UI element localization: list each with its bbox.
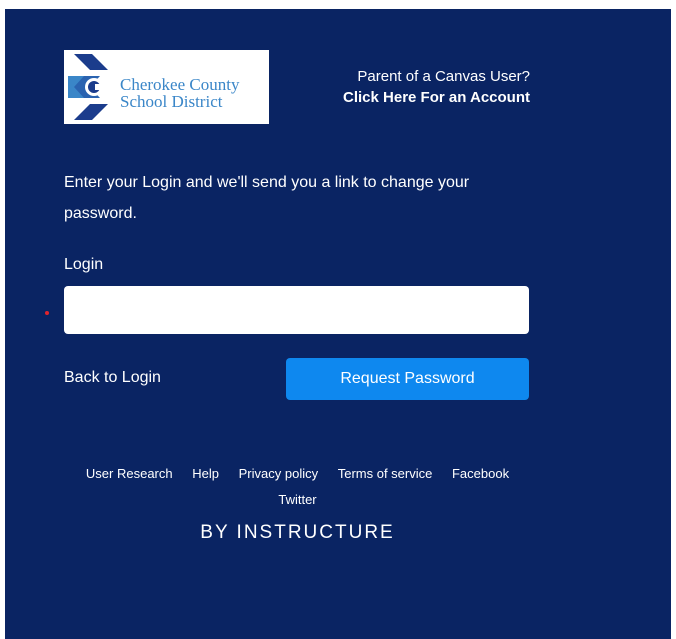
district-name: Cherokee County School District — [120, 76, 239, 110]
district-name-line1: Cherokee County — [120, 75, 240, 94]
footer-link-user-research[interactable]: User Research — [86, 466, 173, 481]
login-label: Login — [64, 256, 104, 273]
footer-links: User Research Help Privacy policy Terms … — [60, 461, 535, 513]
footer-link-terms-of-service[interactable]: Terms of service — [338, 466, 433, 481]
back-to-login-link[interactable]: Back to Login — [64, 369, 161, 387]
footer-link-privacy-policy[interactable]: Privacy policy — [239, 466, 318, 481]
district-logo[interactable]: Cherokee County School District — [64, 50, 269, 124]
login-panel: Cherokee County School District Parent o… — [5, 9, 671, 639]
request-password-button[interactable]: Request Password — [286, 358, 529, 400]
reset-instructions: Enter your Login and we'll send you a li… — [64, 174, 470, 222]
footer-link-twitter[interactable]: Twitter — [278, 492, 316, 507]
login-input[interactable] — [64, 286, 529, 334]
parent-account-link[interactable]: Parent of a Canvas User? Click Here For … — [295, 66, 530, 108]
parent-link-cta[interactable]: Click Here For an Account — [295, 87, 530, 108]
footer-link-help[interactable]: Help — [192, 466, 219, 481]
required-indicator — [45, 311, 49, 315]
district-logo-icon — [68, 54, 108, 120]
parent-link-question[interactable]: Parent of a Canvas User? — [295, 66, 530, 87]
district-name-line2: School District — [120, 92, 223, 111]
footer-link-facebook[interactable]: Facebook — [452, 466, 509, 481]
instructure-brand[interactable]: BY INSTRUCTURE — [60, 522, 535, 544]
